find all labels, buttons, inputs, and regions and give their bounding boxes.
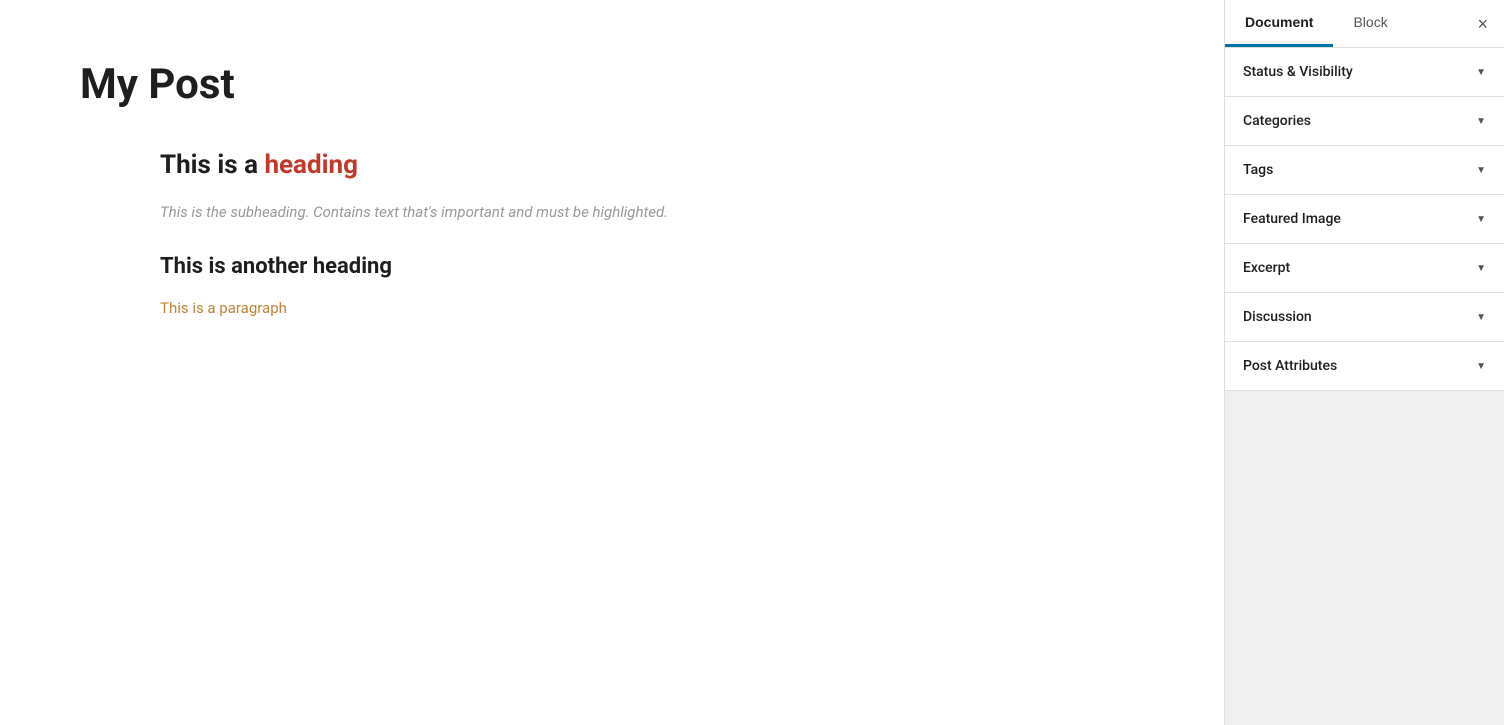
chevron-down-icon: ▼ — [1476, 165, 1486, 176]
post-title[interactable]: My Post — [80, 60, 1144, 110]
chevron-down-icon: ▼ — [1476, 214, 1486, 225]
panel-status-visibility-label: Status & Visibility — [1243, 64, 1353, 80]
chevron-down-icon: ▼ — [1476, 67, 1486, 78]
panel-excerpt[interactable]: Excerpt ▼ — [1225, 244, 1504, 293]
chevron-down-icon: ▼ — [1476, 116, 1486, 127]
chevron-down-icon: ▼ — [1476, 361, 1486, 372]
panel-tags-label: Tags — [1243, 162, 1273, 178]
panel-post-attributes[interactable]: Post Attributes ▼ — [1225, 342, 1504, 391]
panel-categories[interactable]: Categories ▼ — [1225, 97, 1504, 146]
main-editor: My Post This is a heading This is the su… — [0, 0, 1224, 725]
panel-status-visibility[interactable]: Status & Visibility ▼ — [1225, 48, 1504, 97]
tab-document[interactable]: Document — [1225, 0, 1333, 47]
content-heading-1: This is a heading — [160, 150, 1144, 180]
chevron-down-icon: ▼ — [1476, 312, 1486, 323]
panel-categories-label: Categories — [1243, 113, 1311, 129]
sidebar: Document Block × Status & Visibility ▼ C… — [1224, 0, 1504, 725]
chevron-down-icon: ▼ — [1476, 263, 1486, 274]
panel-tags[interactable]: Tags ▼ — [1225, 146, 1504, 195]
panel-featured-image-label: Featured Image — [1243, 211, 1341, 227]
close-button[interactable]: × — [1473, 11, 1492, 37]
sidebar-panels: Status & Visibility ▼ Categories ▼ Tags … — [1225, 48, 1504, 725]
panel-excerpt-label: Excerpt — [1243, 260, 1290, 276]
panel-post-attributes-label: Post Attributes — [1243, 358, 1337, 374]
panel-discussion[interactable]: Discussion ▼ — [1225, 293, 1504, 342]
heading1-plain-text: This is a — [160, 150, 264, 180]
sidebar-header: Document Block × — [1225, 0, 1504, 48]
panel-featured-image[interactable]: Featured Image ▼ — [1225, 195, 1504, 244]
heading1-highlight-text: heading — [264, 150, 357, 180]
content-subheading: This is the subheading. Contains text th… — [160, 200, 1144, 224]
content-paragraph: This is a paragraph — [160, 299, 1144, 317]
panel-discussion-label: Discussion — [1243, 309, 1312, 325]
content-heading-2: This is another heading — [160, 254, 1144, 279]
content-area: This is a heading This is the subheading… — [80, 150, 1144, 317]
tab-block[interactable]: Block — [1333, 0, 1407, 47]
